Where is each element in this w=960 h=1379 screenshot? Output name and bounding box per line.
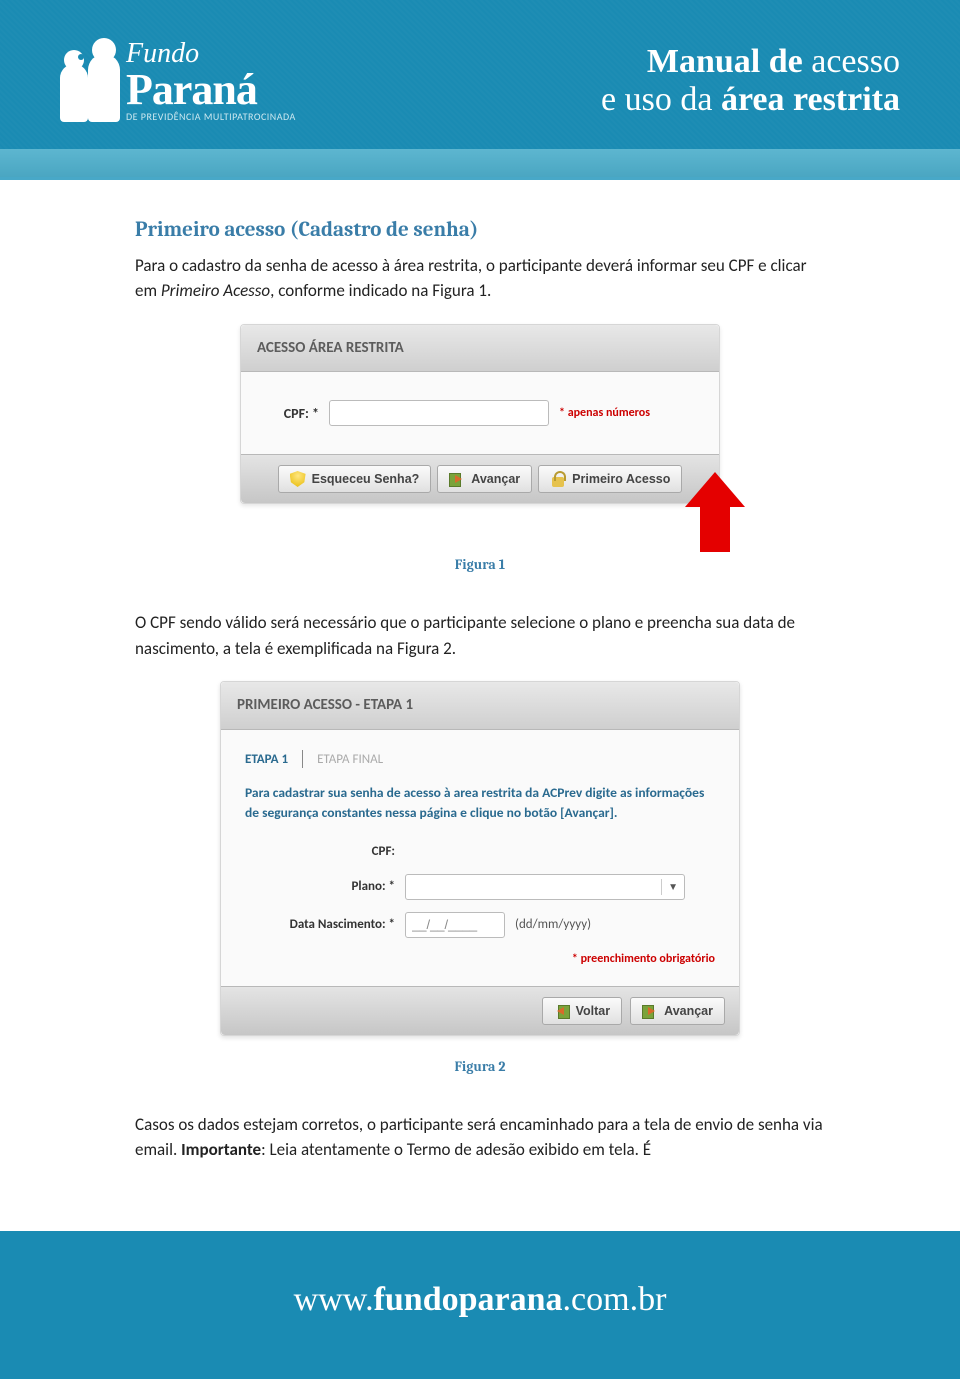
header-stripe [0, 149, 960, 177]
footer-url-post: .com.br [563, 1281, 667, 1318]
forgot-password-label: Esqueceu Senha? [312, 472, 420, 486]
logo: Fundo Paraná DE PREVIDÊNCIA MULTIPATROCI… [60, 40, 296, 122]
p1-text-b: , conforme indicado na Figura 1. [270, 280, 491, 301]
mandatory-note: * preenchimento obrigatório [245, 950, 715, 968]
page-footer: www.fundoparana.com.br [0, 1231, 960, 1379]
red-arrow-callout-icon [675, 472, 755, 562]
plano-label: Plano: * [245, 877, 395, 897]
cpf-hint: * apenas números [559, 404, 650, 422]
page-header: Fundo Paraná DE PREVIDÊNCIA MULTIPATROCI… [0, 0, 960, 180]
tab-etapa-1[interactable]: ETAPA 1 [245, 750, 288, 770]
footer-url-pre: www. [294, 1281, 374, 1318]
lock-icon [550, 471, 566, 487]
plano-select[interactable] [405, 874, 685, 900]
figure-2-caption: Figura 2 [135, 1056, 825, 1077]
header-title-l1-light: acesso [811, 43, 900, 80]
p3-text-strong: Importante [181, 1139, 261, 1160]
first-access-panel-title: PRIMEIRO ACESSO - ETAPA 1 [221, 682, 739, 730]
login-panel-title: ACESSO ÁREA RESTRITA [241, 325, 719, 373]
back-label: Voltar [576, 1004, 611, 1018]
first-access-label: Primeiro Acesso [572, 472, 670, 486]
paragraph-3: Casos os dados estejam corretos, o parti… [135, 1112, 825, 1163]
step-tabs: ETAPA 1 ETAPA FINAL [245, 750, 715, 770]
first-access-panel: PRIMEIRO ACESSO - ETAPA 1 ETAPA 1 ETAPA … [220, 681, 740, 1036]
paragraph-2: O CPF sendo válido será necessário que o… [135, 610, 825, 661]
p3-text-b: : Leia atentamente o Termo de adesão exi… [261, 1139, 651, 1160]
figure-1-wrapper: ACESSO ÁREA RESTRITA CPF: * * apenas núm… [135, 324, 825, 505]
p1-text-em: Primeiro Acesso [161, 280, 270, 301]
forgot-password-button[interactable]: Esqueceu Senha? [278, 465, 432, 493]
content-area: Primeiro acesso (Cadastro de senha) Para… [0, 180, 960, 1231]
logo-people-icon [60, 44, 120, 122]
paragraph-1: Para o cadastro da senha de acesso à áre… [135, 253, 825, 304]
tab-separator [302, 750, 303, 768]
logo-subtitle: DE PREVIDÊNCIA MULTIPATROCINADA [126, 112, 296, 122]
arrow-next-icon [449, 471, 465, 487]
login-panel: ACESSO ÁREA RESTRITA CPF: * * apenas núm… [240, 324, 720, 505]
advance-label-2: Avançar [664, 1004, 713, 1018]
arrow-back-icon [554, 1003, 570, 1019]
footer-url-bold: fundoparana [374, 1281, 563, 1318]
arrow-next-icon [642, 1003, 658, 1019]
dob-input[interactable] [405, 912, 505, 938]
cpf-label-2: CPF: [245, 842, 395, 862]
dob-label: Data Nascimento: * [245, 915, 395, 935]
header-title: Manual de acesso e uso da área restrita [601, 43, 900, 119]
advance-button[interactable]: Avançar [437, 465, 532, 493]
advance-label: Avançar [471, 472, 520, 486]
logo-text-line2: Paraná [126, 68, 296, 112]
dob-format-hint: (dd/mm/yyyy) [515, 915, 591, 935]
shield-icon [290, 471, 306, 487]
instructions-text: Para cadastrar sua senha de acesso à are… [245, 783, 715, 822]
header-title-l2-light: e uso da [601, 81, 712, 118]
logo-text-line1: Fundo [126, 40, 296, 68]
section-title: Primeiro acesso (Cadastro de senha) [135, 215, 825, 247]
cpf-label: CPF: * [261, 403, 319, 424]
first-access-button[interactable]: Primeiro Acesso [538, 465, 682, 493]
cpf-input[interactable] [329, 400, 549, 426]
back-button[interactable]: Voltar [542, 997, 623, 1025]
header-title-l2-bold: área restrita [721, 81, 900, 118]
tab-etapa-final[interactable]: ETAPA FINAL [317, 750, 383, 770]
advance-button-2[interactable]: Avançar [630, 997, 725, 1025]
header-title-l1-bold: Manual de [647, 43, 803, 80]
